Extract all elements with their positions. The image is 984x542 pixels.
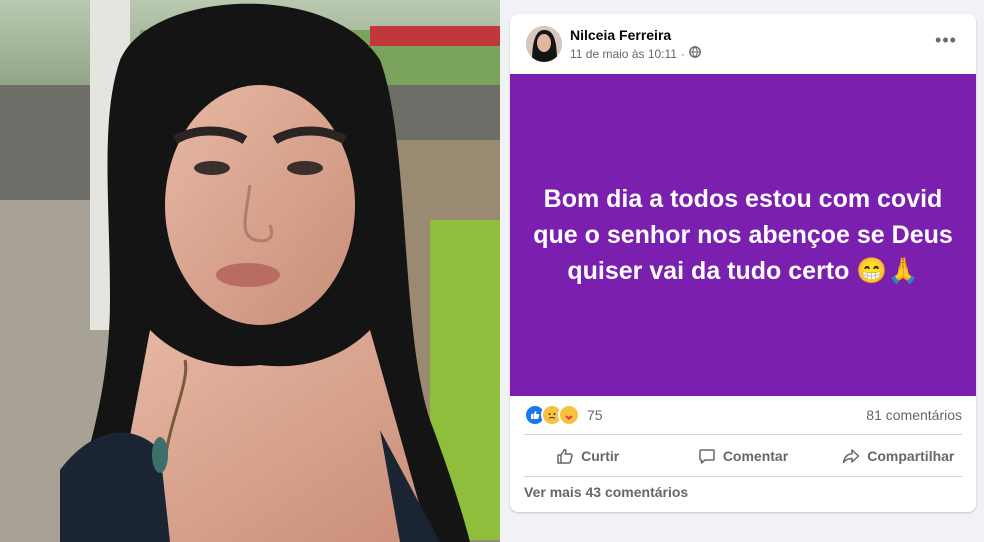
post-card: Nilceia Ferreira 11 de maio às 10:11 · •… (510, 14, 976, 512)
action-bar: Curtir Comentar Compartilhar (510, 438, 976, 474)
view-more-comments-link[interactable]: Ver mais 43 comentários (524, 484, 688, 500)
share-icon (842, 447, 860, 465)
facebook-post-panel: Nilceia Ferreira 11 de maio às 10:11 · •… (500, 0, 984, 542)
reaction-stats: 75 81 comentários (510, 404, 976, 430)
post-header: Nilceia Ferreira 11 de maio às 10:11 · •… (510, 14, 976, 74)
profile-photo (0, 0, 500, 542)
meta-separator: · (680, 46, 685, 61)
reaction-count: 75 (587, 407, 603, 423)
post-text: Bom dia a todos estou com covid que o se… (533, 185, 953, 285)
author-avatar[interactable] (526, 26, 562, 62)
comment-icon (698, 447, 716, 465)
reaction-summary[interactable]: 75 (524, 404, 603, 426)
care-icon (558, 404, 580, 426)
divider (524, 434, 962, 435)
divider (524, 476, 962, 477)
post-meta: 11 de maio às 10:11 · (570, 46, 701, 61)
globe-icon (689, 46, 701, 61)
share-label: Compartilhar (867, 448, 955, 464)
post-text-banner: Bom dia a todos estou com covid que o se… (510, 74, 976, 396)
like-button[interactable]: Curtir (510, 438, 665, 474)
author-name[interactable]: Nilceia Ferreira (570, 27, 671, 43)
comment-button[interactable]: Comentar (665, 438, 820, 474)
comment-label: Comentar (722, 448, 789, 464)
share-button[interactable]: Compartilhar (821, 438, 976, 474)
thumbs-up-icon (556, 447, 574, 465)
post-timestamp[interactable]: 11 de maio às 10:11 (570, 47, 677, 61)
comments-count[interactable]: 81 comentários (866, 407, 962, 423)
ellipsis-icon[interactable]: ••• (932, 30, 960, 50)
like-label: Curtir (581, 448, 620, 464)
